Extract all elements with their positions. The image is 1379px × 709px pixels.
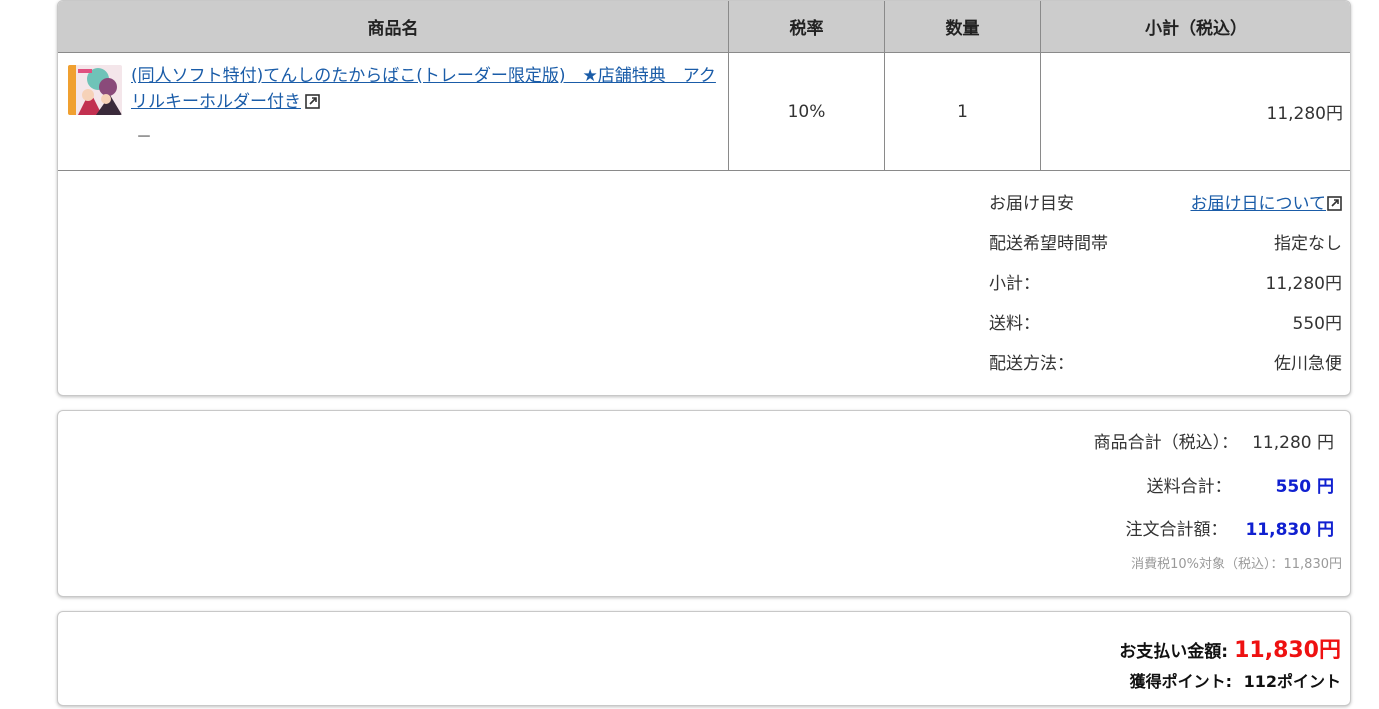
order-total-row: 注文合計額： 11,830 円 (1125, 515, 1334, 540)
delivery-time-label: 配送希望時間帯 (989, 234, 1108, 254)
shipping-total-label: 送料合計： (1146, 477, 1232, 497)
goods-total-row: 商品合計（税込）： 11,280 円 (1094, 428, 1334, 453)
table-row: (同人ソフト特付)てんしのたからばこ(トレーダー限定版) ★店舗特典 アクリルキ… (58, 52, 1350, 171)
header-subtotal: 小計（税込） (1040, 1, 1350, 53)
product-title-link[interactable]: (同人ソフト特付)てんしのたからばこ(トレーダー限定版) ★店舗特典 アクリルキ… (131, 63, 721, 117)
delivery-info: お届け目安 お届け日について 配送希望時間帯 指定なし 小計： 11,280円 … (989, 191, 1342, 391)
header-product-name: 商品名 (58, 1, 729, 53)
order-items-card: 商品名 税率 数量 小計（税込） (同人ソフト特付)てんしのたからばこ(トレーダ… (57, 0, 1351, 396)
delivery-shipping-value: 550円 (1292, 314, 1342, 334)
payment-card: お支払い金額: 11,830円 獲得ポイント: 112ポイント (57, 611, 1351, 706)
product-cell: (同人ソフト特付)てんしのたからばこ(トレーダー限定版) ★店舗特典 アクリルキ… (58, 52, 729, 171)
external-link-icon (1327, 193, 1342, 219)
order-total-label: 注文合計額： (1125, 520, 1228, 540)
delivery-time-row: 配送希望時間帯 指定なし (989, 231, 1342, 271)
delivery-time-value: 指定なし (1274, 234, 1342, 254)
points-value: 112ポイント (1243, 672, 1341, 691)
product-thumbnail-image[interactable] (68, 65, 122, 115)
header-tax-rate: 税率 (728, 1, 885, 53)
delivery-method-label: 配送方法： (989, 354, 1074, 374)
delivery-estimate-label: お届け目安 (989, 194, 1074, 214)
table-header-row: 商品名 税率 数量 小計（税込） (58, 1, 1350, 53)
external-link-icon (305, 91, 320, 117)
cell-quantity: 1 (884, 52, 1041, 171)
shipping-total-value: 550 円 (1275, 477, 1334, 497)
cell-tax-rate: 10% (728, 52, 885, 171)
delivery-date-link[interactable]: お届け日について (1191, 191, 1343, 231)
delivery-shipping-row: 送料： 550円 (989, 311, 1342, 351)
order-total-value: 11,830 円 (1245, 520, 1334, 540)
delivery-estimate-row: お届け目安 お届け日について (989, 191, 1342, 231)
goods-total-label: 商品合計（税込）： (1093, 433, 1239, 453)
delivery-subtotal-value: 11,280円 (1265, 274, 1342, 294)
delivery-method-row: 配送方法： 佐川急便 (989, 351, 1342, 391)
order-totals-card: 商品合計（税込）： 11,280 円 送料合計： 550 円 注文合計額： 11… (57, 410, 1351, 597)
points-row: 獲得ポイント: 112ポイント (1130, 668, 1341, 692)
points-label: 獲得ポイント: (1129, 672, 1233, 691)
delivery-method-value: 佐川急便 (1274, 354, 1342, 374)
shipping-total-row: 送料合計： 550 円 (1147, 472, 1334, 497)
delivery-subtotal-label: 小計： (989, 274, 1040, 294)
payment-amount-label: お支払い金額: (1119, 642, 1229, 662)
payment-amount-row: お支払い金額: 11,830円 (1119, 632, 1341, 664)
header-quantity: 数量 (884, 1, 1041, 53)
delivery-date-link-text[interactable]: お届け日について (1191, 194, 1327, 214)
cell-subtotal: 11,280円 (1040, 52, 1350, 171)
payment-amount-value: 11,830円 (1234, 638, 1341, 663)
tax-note: 消費税10%対象（税込）：11,830円 (1131, 557, 1342, 572)
product-variant: － (136, 127, 153, 146)
delivery-shipping-label: 送料： (989, 314, 1040, 334)
delivery-subtotal-row: 小計： 11,280円 (989, 271, 1342, 311)
goods-total-value: 11,280 円 (1252, 433, 1334, 453)
order-items-table: 商品名 税率 数量 小計（税込） (同人ソフト特付)てんしのたからばこ(トレーダ… (58, 1, 1350, 171)
product-title-text[interactable]: (同人ソフト特付)てんしのたからばこ(トレーダー限定版) ★店舗特典 アクリルキ… (131, 66, 716, 112)
